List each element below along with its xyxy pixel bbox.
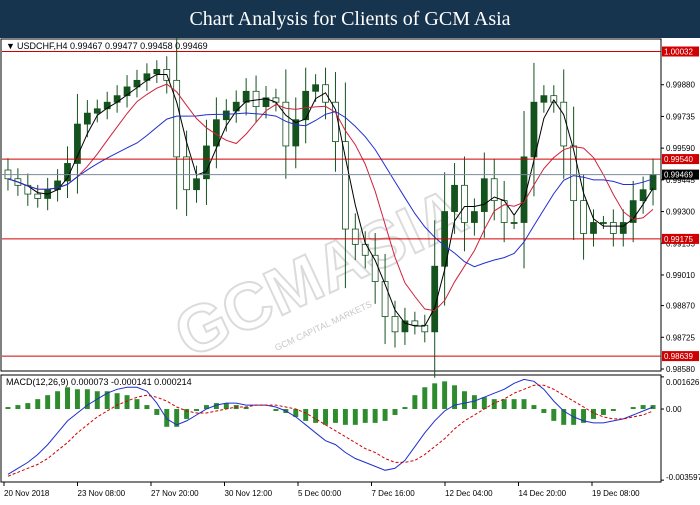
candle-body — [183, 156, 190, 191]
y-tick-label: 0.99590 — [666, 144, 695, 153]
level-price-label: 0.99540 — [664, 155, 693, 164]
x-tick-label: 23 Nov 08:00 — [78, 489, 126, 498]
candle-body — [540, 95, 548, 103]
macd-tick-label: 0.001626 — [666, 378, 700, 387]
macd-tick-label: -0.003597 — [666, 473, 700, 482]
candle-body — [312, 84, 319, 92]
level-price-label: 0.98639 — [664, 352, 693, 361]
candle-body — [600, 222, 607, 224]
y-tick-label: 0.99880 — [666, 81, 695, 90]
current-price-label: 0.99469 — [664, 171, 693, 180]
y-tick-label: 0.98725 — [666, 333, 695, 342]
candle-body — [153, 69, 161, 75]
level-price-label: 1.00032 — [664, 47, 693, 56]
x-tick-label: 12 Dec 04:00 — [445, 489, 493, 498]
candle-body — [222, 110, 230, 121]
y-tick-label: 0.98580 — [666, 365, 695, 374]
candle-body — [480, 178, 488, 212]
x-tick-label: 20 Nov 2018 — [4, 489, 50, 498]
candle-body — [580, 200, 587, 234]
candle-body — [530, 101, 538, 158]
symbol-dropdown-icon[interactable]: ▼ — [6, 41, 15, 51]
macd-tick-label: 0.00 — [666, 405, 682, 414]
candle-body — [391, 316, 399, 333]
candle-body — [252, 90, 260, 108]
y-tick-label: 0.98870 — [666, 302, 695, 311]
x-tick-label: 19 Dec 08:00 — [592, 489, 640, 498]
candle-body — [351, 228, 359, 245]
candle-body — [649, 173, 657, 191]
x-tick-label: 27 Nov 20:00 — [151, 489, 199, 498]
candle-body — [451, 184, 458, 212]
macd-label: MACD(12,26,9) 0.000073 -0.000141 0.00021… — [6, 377, 192, 387]
candle-body — [609, 222, 617, 234]
x-tick-label: 30 Nov 12:00 — [225, 489, 273, 498]
candle-body — [242, 90, 250, 103]
y-tick-label: 0.99010 — [666, 271, 695, 280]
candle-body — [471, 211, 478, 223]
candle-body — [411, 320, 419, 326]
x-tick-label: 5 Dec 00:00 — [298, 489, 342, 498]
candle-body — [34, 193, 42, 199]
banner-title: Chart Analysis for Clients of GCM Asia — [189, 8, 511, 30]
candle-body — [520, 156, 528, 223]
candle-body — [550, 95, 558, 103]
candle-body — [381, 281, 389, 317]
candle-body — [193, 178, 200, 191]
candle-body — [461, 184, 468, 223]
chart-area: GCMASIA GCM CAPITAL MARKETS ▼ USDCHF,H4 … — [0, 27, 700, 500]
level-price-label: 0.99175 — [664, 235, 693, 244]
y-tick-label: 0.99300 — [666, 208, 695, 217]
candle-body — [342, 141, 349, 230]
candle-body — [590, 222, 597, 234]
title-banner: Chart Analysis for Clients of GCM Asia — [0, 0, 700, 38]
candle-body — [560, 101, 568, 147]
candle-body — [510, 222, 518, 224]
candle-body — [639, 189, 647, 202]
x-tick-label: 14 Dec 20:00 — [519, 489, 567, 498]
candle-body — [74, 123, 81, 164]
candle-body — [93, 108, 101, 114]
candle-body — [203, 145, 210, 180]
candlestick-chart: GCMASIA GCM CAPITAL MARKETS ▼ USDCHF,H4 … — [0, 27, 700, 498]
x-tick-label: 7 Dec 16:00 — [372, 489, 416, 498]
candle-body — [371, 254, 379, 282]
y-tick-label: 0.99735 — [666, 112, 695, 121]
candle-body — [570, 145, 578, 202]
candle-body — [83, 112, 91, 125]
chart-header: USDCHF,H4 0.99467 0.99477 0.99458 0.9946… — [17, 41, 208, 51]
